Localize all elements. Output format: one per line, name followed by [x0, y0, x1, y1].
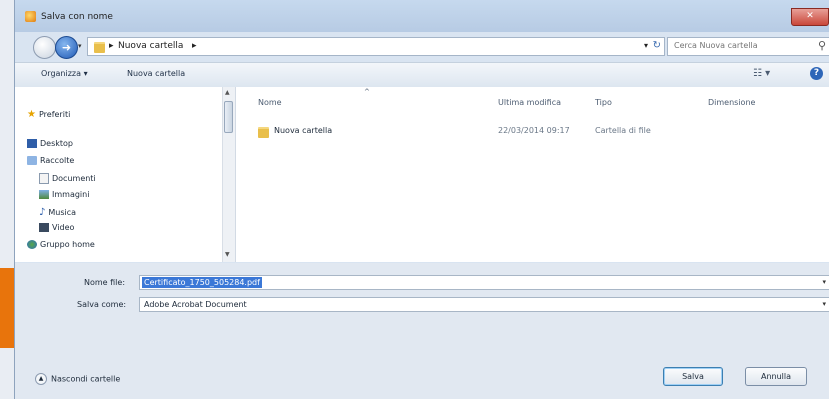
music-icon: ♪ — [39, 207, 46, 218]
window-title: Salva con nome — [41, 12, 113, 22]
filename-value: Certificato_1750_505284.pdf — [142, 277, 262, 288]
sidebar-item-label: Preferiti — [38, 110, 71, 119]
collapse-icon: ▲ — [35, 373, 47, 385]
file-name: Nuova cartella — [274, 126, 333, 135]
sidebar-item-music[interactable]: ♪ Musica — [39, 207, 76, 218]
address-row: ➜ ▾ ▸ Nuova cartella ▸ ▾ ↻ ⚲ — [15, 34, 829, 60]
refresh-icon[interactable]: ↻ — [653, 40, 661, 51]
arrow-right-icon: ➜ — [61, 41, 72, 54]
homegroup-icon — [27, 240, 37, 249]
sidebar-item-label: Video — [52, 223, 75, 232]
sidebar-item-video[interactable]: Video — [39, 223, 74, 232]
close-button[interactable]: ✕ — [791, 8, 829, 26]
libraries-icon — [27, 156, 37, 165]
hide-folders-toggle[interactable]: ▲ Nascondi cartelle — [35, 373, 120, 385]
column-header-type[interactable]: Tipo — [595, 98, 612, 107]
file-list-pane: Nome Ultima modifica Tipo Dimensione ^ N… — [236, 87, 829, 262]
column-header-modified[interactable]: Ultima modifica — [498, 98, 561, 107]
file-modified: 22/03/2014 09:17 — [498, 126, 570, 135]
sidebar-item-label: Raccolte — [40, 156, 75, 165]
sort-arrow-icon: ^ — [364, 88, 370, 96]
filename-dropdown-icon[interactable]: ▾ — [822, 278, 826, 286]
video-icon — [39, 223, 49, 232]
view-options-icon[interactable]: ☷ ▾ — [753, 68, 770, 79]
forward-button[interactable]: ➜ — [55, 36, 78, 59]
scroll-up-icon[interactable]: ▲ — [225, 89, 230, 96]
help-icon[interactable]: ? — [810, 67, 823, 80]
scroll-down-icon[interactable]: ▼ — [225, 251, 230, 258]
sidebar-item-favorites[interactable]: ★ Preferiti — [27, 109, 70, 120]
navigation-pane: ★ Preferiti Desktop Raccolte Documenti Im… — [15, 87, 236, 262]
savetype-dropdown-icon[interactable]: ▾ — [822, 300, 826, 308]
new-folder-button[interactable]: Nuova cartella — [127, 69, 185, 78]
search-icon[interactable]: ⚲ — [818, 39, 826, 52]
chevron-right-icon[interactable]: ▸ — [109, 41, 114, 51]
breadcrumb-item[interactable]: Nuova cartella — [118, 41, 183, 51]
recent-locations-dropdown[interactable]: ▾ — [78, 42, 82, 50]
save-as-dialog: Salva con nome ✕ ➜ ▾ ▸ Nuova cartella ▸ … — [14, 0, 829, 399]
savetype-label: Salva come: — [77, 300, 127, 309]
scroll-thumb[interactable] — [224, 101, 233, 133]
chevron-right-icon[interactable]: ▸ — [192, 41, 197, 51]
sidebar-item-homegroup[interactable]: Gruppo home — [27, 240, 95, 249]
app-icon — [25, 11, 36, 22]
address-bar[interactable]: ▸ Nuova cartella ▸ ▾ ↻ — [87, 37, 665, 56]
image-icon — [39, 190, 49, 199]
savetype-select[interactable]: Adobe Acrobat Document ▾ — [139, 297, 829, 312]
command-bar: Organizza ▾ Nuova cartella ☷ ▾ ? — [15, 62, 829, 88]
sidebar-item-label: Desktop — [40, 139, 73, 148]
desktop-icon — [27, 139, 37, 148]
search-input[interactable] — [672, 40, 806, 51]
sidebar-item-libraries[interactable]: Raccolte — [27, 156, 74, 165]
address-dropdown-icon[interactable]: ▾ — [644, 41, 648, 50]
sidebar-item-label: Musica — [48, 208, 77, 217]
hide-folders-label: Nascondi cartelle — [51, 374, 121, 384]
column-header-name[interactable]: Nome — [258, 98, 282, 107]
document-icon — [39, 173, 49, 184]
save-form-area: Nome file: Certificato_1750_505284.pdf ▾… — [15, 263, 829, 399]
filename-label: Nome file: — [84, 278, 126, 287]
savetype-value: Adobe Acrobat Document — [144, 300, 247, 309]
sidebar-item-desktop[interactable]: Desktop — [27, 139, 73, 148]
sidebar-item-label: Immagini — [52, 190, 90, 199]
sidebar-scrollbar[interactable]: ▲ ▼ — [222, 87, 235, 262]
star-icon: ★ — [27, 109, 36, 120]
sidebar-item-label: Documenti — [52, 174, 96, 183]
sidebar-item-label: Gruppo home — [40, 240, 95, 249]
organize-button[interactable]: Organizza ▾ — [41, 69, 88, 78]
column-header-size[interactable]: Dimensione — [708, 98, 755, 107]
sidebar-item-documents[interactable]: Documenti — [39, 173, 96, 184]
folder-icon — [94, 42, 105, 53]
file-type: Cartella di file — [595, 126, 651, 135]
title-bar: Salva con nome ✕ — [15, 0, 829, 32]
search-box[interactable]: ⚲ — [667, 37, 829, 56]
save-button[interactable]: Salva — [663, 367, 723, 386]
sidebar-item-images[interactable]: Immagini — [39, 190, 89, 199]
filename-field[interactable]: Certificato_1750_505284.pdf ▾ — [139, 275, 829, 290]
back-button[interactable] — [33, 36, 56, 59]
folder-icon — [258, 127, 269, 138]
cancel-button[interactable]: Annulla — [745, 367, 807, 386]
